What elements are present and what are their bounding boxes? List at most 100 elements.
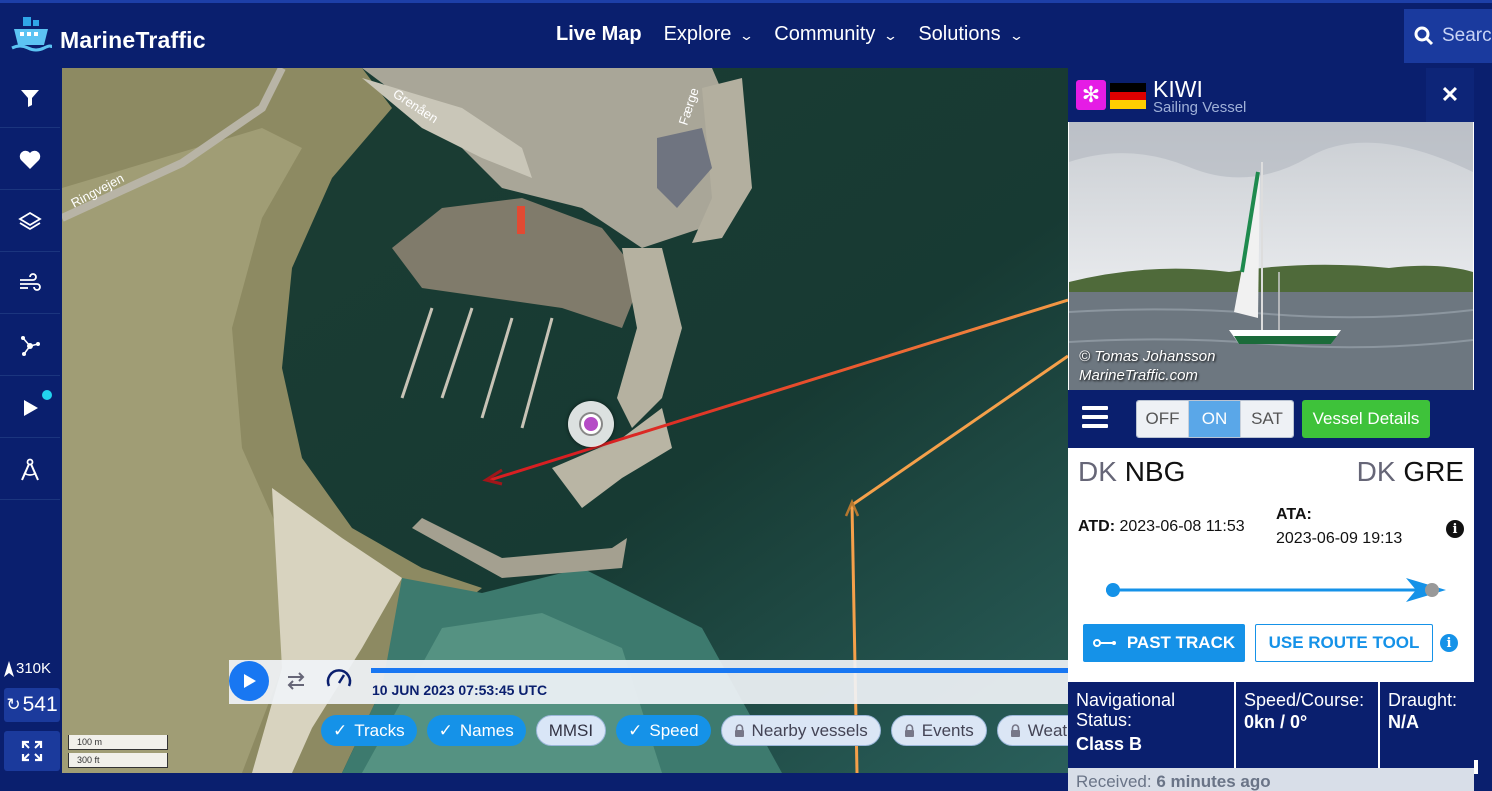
nav-status-cell: Navigational Status: Class B [1068,682,1236,768]
vessel-count-value: 310K [16,660,52,677]
notification-dot [42,390,52,400]
logo-text: MarineTraffic [60,26,206,53]
info-icon[interactable]: i [1440,634,1458,652]
draught-label: Draught: [1388,690,1458,710]
hamburger-menu-icon[interactable] [1082,406,1108,428]
chip-events[interactable]: Events [890,715,987,746]
selected-vessel-marker[interactable] [568,401,614,447]
app-root: MarineTraffic Live Map Explore ⌄ Communit… [0,0,1492,791]
toggle-off[interactable]: OFF [1137,401,1189,437]
received-value: 6 minutes ago [1156,772,1271,791]
past-track-button[interactable]: PAST TRACK [1083,624,1245,662]
chip-label: Names [459,720,514,740]
filter-button[interactable] [0,68,60,128]
vessel-toolbar: OFF ON SAT Vessel Details [1068,390,1474,448]
nav-label: Solutions [918,23,1001,45]
draught-cell: Draught: N/A [1380,682,1474,768]
map-filter-chips: ✓ Tracks ✓ Names MMSI ✓ Speed Nearby vessel… [321,715,1125,746]
destination-port-code: GRE [1403,456,1464,487]
chip-mmsi[interactable]: MMSI [535,715,607,746]
chip-speed[interactable]: ✓ Speed [616,715,711,746]
search-icon [1414,26,1434,46]
search-placeholder: Search [1442,25,1492,46]
bottom-strip [0,773,1068,791]
layers-button[interactable] [0,192,60,252]
panel-scroll-edge [1474,68,1492,791]
toggle-sat[interactable]: SAT [1241,401,1293,437]
nav-live-map[interactable]: Live Map [556,23,642,46]
scrollbar-handle[interactable] [1474,760,1478,774]
origin-port-code: NBG [1124,456,1186,487]
chevron-down-icon: ⌄ [883,27,899,43]
main-nav: Live Map Explore ⌄ Community ⌄ Solutions ⌄ [556,23,1024,46]
voyage-progress [1106,578,1446,602]
info-icon[interactable]: i [1446,520,1464,538]
vessel-count: 310K [4,660,51,677]
chip-tracks[interactable]: ✓ Tracks [321,715,417,746]
weather-button[interactable] [0,254,60,314]
lock-icon [734,724,744,737]
ata-value: 2023-06-09 19:13 [1276,530,1403,547]
fullscreen-button[interactable] [4,731,60,771]
filter-icon [21,89,39,107]
layers-icon [18,211,42,230]
playback-timestamp: 10 JUN 2023 07:53:45 UTC [372,682,548,698]
map-scale: 100 m 300 ft [68,735,168,769]
atd-label: ATD: [1078,518,1116,535]
route-tool-button[interactable]: USE ROUTE TOOL [1255,624,1433,662]
search-input[interactable]: Search [1404,9,1492,63]
playback-timeline[interactable] [371,668,1068,673]
measure-button[interactable] [0,440,60,500]
ata: ATA: 2023-06-09 19:13 [1276,506,1402,548]
favorites-button[interactable] [0,130,60,190]
chip-label: Events [921,720,974,740]
lock-icon [1010,724,1020,737]
nav-status-label: Navigational Status: [1076,690,1176,730]
chevron-down-icon: ⌄ [1008,27,1024,43]
vessel-type: Sailing Vessel [1153,99,1247,116]
past-track-label: PAST TRACK [1126,633,1236,652]
vessel-marker-icon [4,660,14,677]
nav-status-value: Class B [1076,734,1143,754]
origin-country-code: DK [1078,456,1117,487]
vessel-photo[interactable]: © Tomas Johansson MarineTraffic.com [1069,122,1473,390]
destination-country-code: DK [1356,456,1396,487]
speed-course-value: 0kn / 0° [1244,712,1308,732]
nav-community[interactable]: Community ⌄ [774,23,899,46]
chip-label: Speed [649,720,699,740]
swap-icon[interactable] [285,670,307,692]
chip-names[interactable]: ✓ Names [426,715,526,746]
play-icon [24,399,38,416]
atd: ATD: 2023-06-08 11:53 [1078,518,1245,536]
check-icon: ✓ [333,720,348,740]
chip-label: Nearby vessels [751,720,868,740]
chevron-down-icon: ⌄ [739,27,755,43]
logo[interactable]: MarineTraffic [10,15,206,55]
nav-explore[interactable]: Explore ⌄ [663,23,755,46]
chip-nearby-vessels[interactable]: Nearby vessels [720,715,881,746]
network-button[interactable] [0,316,60,376]
vessel-details-button[interactable]: Vessel Details [1302,400,1430,438]
refresh-counter[interactable]: ↻ 541 [4,688,60,722]
playback-play-button[interactable] [229,661,269,701]
lock-icon [904,724,914,737]
nav-label: Explore [663,23,732,45]
play-icon [244,674,256,688]
playback-button[interactable] [0,378,60,438]
nav-solutions[interactable]: Solutions ⌄ [918,23,1024,46]
refresh-icon: ↻ [6,695,21,714]
sailing-vessel-type-icon: ✻ [1076,80,1106,110]
scale-imperial: 300 ft [68,753,168,768]
chip-label: Tracks [354,720,405,740]
network-icon [21,335,40,356]
speedometer-icon[interactable] [325,666,353,694]
check-icon: ✓ [628,720,643,740]
germany-flag-icon [1110,83,1146,109]
photo-credit: © Tomas Johansson MarineTraffic.com [1079,347,1215,385]
playback-bar: 10 JUN 2023 07:53:45 UTC [229,660,1068,704]
close-panel-button[interactable]: ✕ [1426,68,1474,122]
received-label: Received: [1076,772,1152,791]
ship-logo-icon [11,17,52,52]
toggle-on[interactable]: ON [1189,401,1241,437]
fullscreen-icon [21,740,43,762]
